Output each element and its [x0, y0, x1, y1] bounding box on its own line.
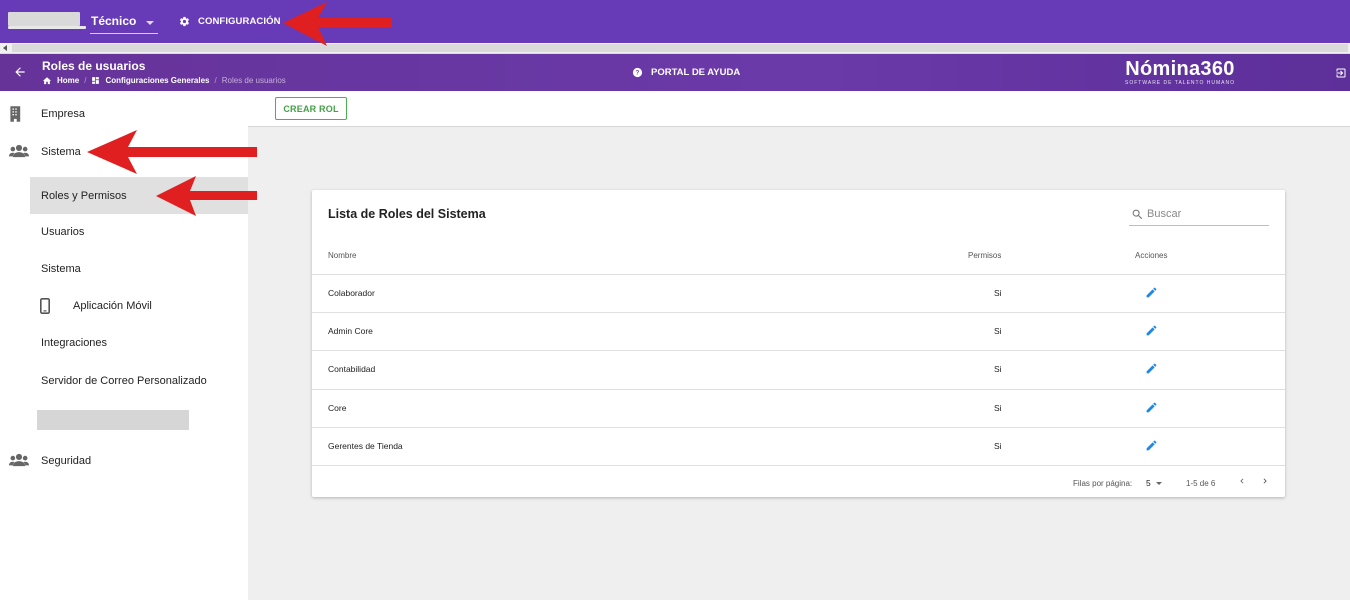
sidebar-item-empresa[interactable]: Empresa: [0, 95, 248, 133]
role-permissions: Si: [994, 403, 1002, 413]
breadcrumb-separator: /: [84, 76, 87, 85]
brand-tagline: SOFTWARE DE TALENTO HUMANO: [1125, 80, 1235, 86]
sidebar-item-seguridad[interactable]: Seguridad: [0, 442, 248, 480]
breadcrumb-separator: /: [214, 76, 217, 85]
home-icon: [42, 77, 52, 85]
table-row: Contabilidad Si: [312, 350, 1285, 388]
sidebar-item-label: Seguridad: [41, 455, 92, 467]
role-permissions: Si: [994, 288, 1002, 298]
help-icon: ?: [632, 67, 643, 78]
breadcrumb-home[interactable]: Home: [57, 76, 79, 85]
role-permissions: Si: [994, 326, 1002, 336]
table-row: Gerentes de Tienda Si: [312, 427, 1285, 465]
sidebar-subitem-sistema[interactable]: Sistema: [30, 250, 248, 287]
edit-pencil-icon[interactable]: [1145, 362, 1158, 375]
role-name: Colaborador: [328, 288, 375, 298]
create-role-button[interactable]: CREAR ROL: [275, 97, 347, 120]
table-row: Colaborador Si: [312, 274, 1285, 312]
sidebar: Empresa Sistema Roles y Permisos Usuario…: [0, 91, 248, 600]
role-name: Admin Core: [328, 326, 373, 336]
building-icon: [10, 106, 21, 122]
sidebar-subitem-usuarios[interactable]: Usuarios: [30, 213, 248, 250]
sidebar-subitem-label: Servidor de Correo Personalizado: [41, 374, 207, 387]
brand-logo: Nómina360 SOFTWARE DE TALENTO HUMANO: [1120, 58, 1240, 86]
svg-text:?: ?: [636, 71, 640, 77]
table-row: Core Si: [312, 389, 1285, 427]
sidebar-subitem-label: Usuarios: [41, 225, 85, 238]
sidebar-item-sistema[interactable]: Sistema: [0, 133, 248, 171]
sidebar-subitem-mail-server[interactable]: Servidor de Correo Personalizado: [30, 362, 248, 399]
breadcrumb-current: Roles de usuarios: [221, 76, 286, 85]
edit-pencil-icon[interactable]: [1145, 401, 1158, 414]
dashboard-icon: [92, 77, 100, 84]
search-icon: [1132, 209, 1143, 220]
sidebar-subitem-mobile-app[interactable]: Aplicación Móvil: [30, 287, 248, 324]
pagination-range: 1-5 de 6: [1186, 479, 1216, 488]
help-portal-link[interactable]: ? PORTAL DE AYUDA: [632, 67, 740, 78]
users-group-icon: [9, 144, 29, 158]
sidebar-subitem-label: Roles y Permisos: [41, 189, 127, 202]
table-row: Admin Core Si: [312, 312, 1285, 350]
technician-select[interactable]: Técnico: [90, 10, 158, 34]
column-header-actions: Acciones: [1135, 251, 1168, 260]
role-name: Contabilidad: [328, 364, 376, 374]
chevron-right-icon[interactable]: [1260, 476, 1270, 486]
redacted-company: [8, 12, 80, 26]
chevron-down-icon: [1155, 481, 1162, 485]
sidebar-subitem-integraciones[interactable]: Integraciones: [30, 324, 248, 361]
chevron-left-icon[interactable]: [1237, 476, 1247, 486]
role-permissions: Si: [994, 441, 1002, 451]
column-header-permissions[interactable]: Permisos: [968, 251, 1001, 260]
redacted-underline: [8, 26, 86, 29]
brand-name: Nómina360: [1125, 58, 1235, 80]
card-title: Lista de Roles del Sistema: [328, 207, 486, 221]
sidebar-subitem-label: Sistema: [41, 262, 81, 275]
page-header: Roles de usuarios Home / Configuraciones…: [0, 54, 1350, 91]
users-group-icon: [9, 453, 29, 467]
technician-select-label: Técnico: [91, 14, 137, 28]
page-title: Roles de usuarios: [42, 59, 146, 73]
mobile-phone-icon: [40, 298, 50, 314]
action-toolbar: CREAR ROL: [248, 91, 1350, 127]
top-bar: Técnico CONFIGURACIÓN: [0, 0, 1350, 43]
breadcrumb-general-settings[interactable]: Configuraciones Generales: [105, 76, 209, 85]
logout-icon[interactable]: [1335, 67, 1347, 79]
rows-per-page-label: Filas por página:: [1073, 479, 1133, 488]
rows-per-page-value: 5: [1146, 478, 1151, 488]
rows-per-page-select[interactable]: 5: [1146, 478, 1162, 488]
scrollbar-thumb[interactable]: [12, 44, 1348, 52]
chevron-down-icon: [146, 21, 154, 25]
sidebar-subitem-label: Aplicación Móvil: [73, 299, 152, 312]
search-field[interactable]: [1129, 203, 1269, 226]
search-input[interactable]: [1147, 206, 1265, 222]
configuration-label: CONFIGURACIÓN: [198, 16, 281, 27]
arrow-back-icon[interactable]: [13, 65, 27, 79]
configuration-menu[interactable]: CONFIGURACIÓN: [179, 16, 281, 27]
sidebar-subitem-roles[interactable]: Roles y Permisos: [30, 177, 248, 214]
scroll-left-icon[interactable]: [3, 45, 7, 51]
breadcrumb: Home / Configuraciones Generales / Roles…: [42, 76, 286, 85]
horizontal-scrollbar[interactable]: [0, 43, 1350, 54]
sidebar-item-label: Sistema: [41, 146, 81, 158]
role-permissions: Si: [994, 364, 1002, 374]
sidebar-item-label: Empresa: [41, 108, 86, 120]
role-name: Core: [328, 403, 347, 413]
roles-table-card: Lista de Roles del Sistema Nombre Permis…: [312, 190, 1285, 497]
column-header-name[interactable]: Nombre: [328, 251, 356, 260]
help-portal-label: PORTAL DE AYUDA: [651, 67, 741, 78]
edit-pencil-icon[interactable]: [1145, 439, 1158, 452]
edit-pencil-icon[interactable]: [1145, 324, 1158, 337]
gear-icon: [179, 16, 189, 27]
edit-pencil-icon[interactable]: [1145, 286, 1158, 299]
sidebar-subitem-label: Integraciones: [41, 336, 108, 349]
redacted-item: [37, 410, 189, 430]
role-name: Gerentes de Tienda: [328, 441, 403, 451]
table-pagination: Filas por página: 5 1-5 de 6: [312, 466, 1285, 497]
